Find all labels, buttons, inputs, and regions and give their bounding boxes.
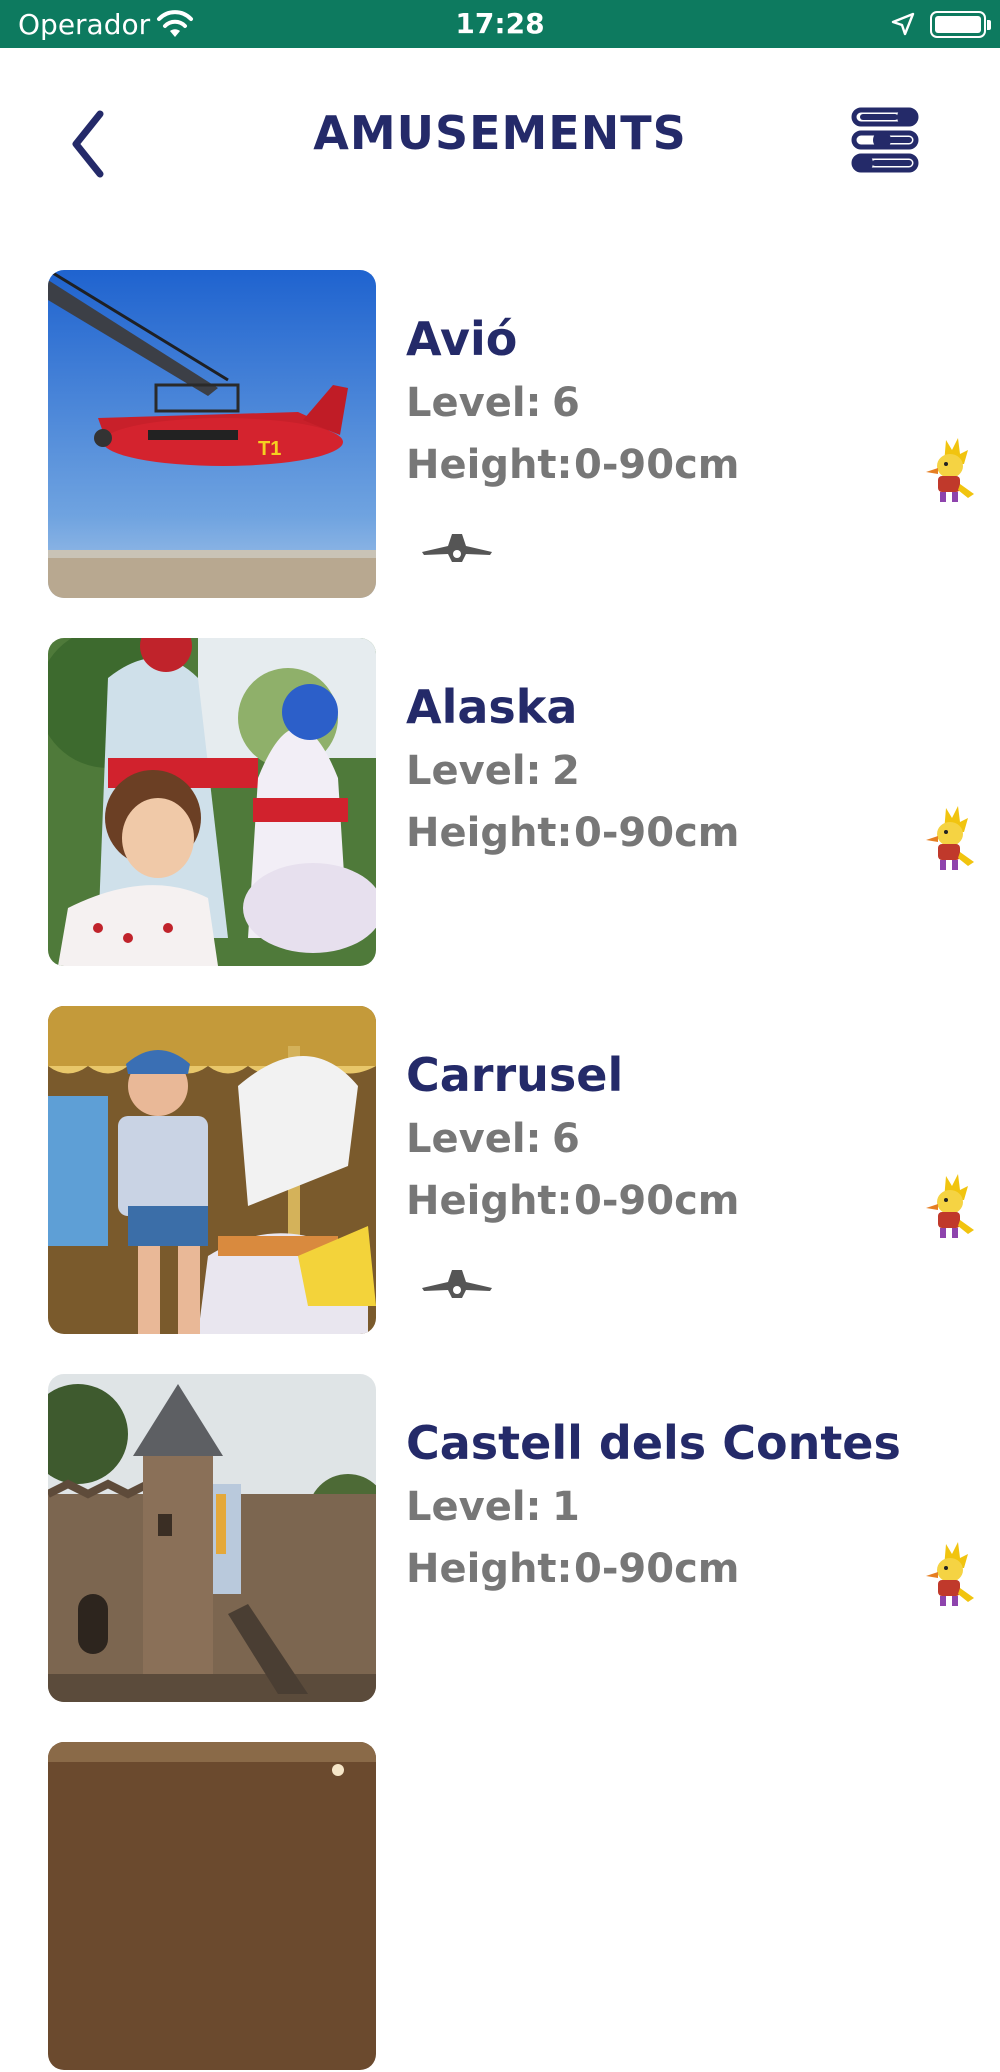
svg-text:T1: T1 — [258, 438, 281, 460]
status-bar: Operador 17:28 — [0, 0, 1000, 48]
thumbnail-image — [48, 1742, 376, 2070]
level-value: 2 — [552, 748, 580, 794]
level-label: Level: — [406, 1116, 542, 1162]
height-label: Height: — [406, 1178, 573, 1224]
list-item-alaska[interactable]: Alaska Level: 2 Height:0-90cm — [0, 638, 1000, 968]
height-row: Height:0-90cm — [406, 1178, 740, 1224]
mascot-icon — [926, 806, 974, 870]
mascot-icon — [926, 1542, 974, 1606]
level-value: 6 — [552, 1116, 580, 1162]
height-value: 0-90cm — [574, 1546, 740, 1592]
plane-icon — [422, 1270, 492, 1298]
height-row: Height:0-90cm — [406, 1546, 740, 1592]
amusement-name: Avió — [406, 312, 518, 366]
amusement-name: Carrusel — [406, 1048, 624, 1102]
filter-button[interactable] — [848, 104, 928, 176]
level-value: 1 — [552, 1484, 580, 1530]
height-label: Height: — [406, 442, 573, 488]
thumbnail-image: T1 — [48, 270, 376, 598]
list-item-castell-dels-contes[interactable]: Castell dels Contes Level: 1 Height:0-90c… — [0, 1374, 1000, 1704]
amusement-name: Castell dels Contes — [406, 1416, 901, 1470]
nav-bar: AMUSEMENTS — [0, 48, 1000, 228]
plane-icon — [422, 534, 492, 562]
height-row: Height:0-90cm — [406, 442, 740, 488]
location-arrow-icon — [891, 12, 915, 36]
height-row: Height:0-90cm — [406, 810, 740, 856]
mascot-icon — [926, 1174, 974, 1238]
level-value: 6 — [552, 380, 580, 426]
amusement-name: Alaska — [406, 680, 578, 734]
list-item-partial[interactable] — [0, 1742, 1000, 2072]
height-label: Height: — [406, 810, 573, 856]
filter-sliders-icon — [851, 107, 919, 173]
list-item-avio[interactable]: T1 Avió Level: 6 Height:0-90cm — [0, 270, 1000, 600]
level-label: Level: — [406, 1484, 542, 1530]
thumbnail-image — [48, 1006, 376, 1334]
level-label: Level: — [406, 380, 542, 426]
level-row: Level: 6 — [406, 380, 580, 426]
height-value: 0-90cm — [574, 1178, 740, 1224]
level-row: Level: 6 — [406, 1116, 580, 1162]
level-row: Level: 1 — [406, 1484, 580, 1530]
level-row: Level: 2 — [406, 748, 580, 794]
battery-icon — [930, 11, 991, 38]
height-label: Height: — [406, 1546, 573, 1592]
mascot-icon — [926, 438, 974, 502]
thumbnail-image — [48, 1374, 376, 1702]
height-value: 0-90cm — [574, 810, 740, 856]
height-value: 0-90cm — [574, 442, 740, 488]
list-item-carrusel[interactable]: Carrusel Level: 6 Height:0-90cm — [0, 1006, 1000, 1336]
level-label: Level: — [406, 748, 542, 794]
thumbnail-image — [48, 638, 376, 966]
clock: 17:28 — [455, 7, 545, 40]
